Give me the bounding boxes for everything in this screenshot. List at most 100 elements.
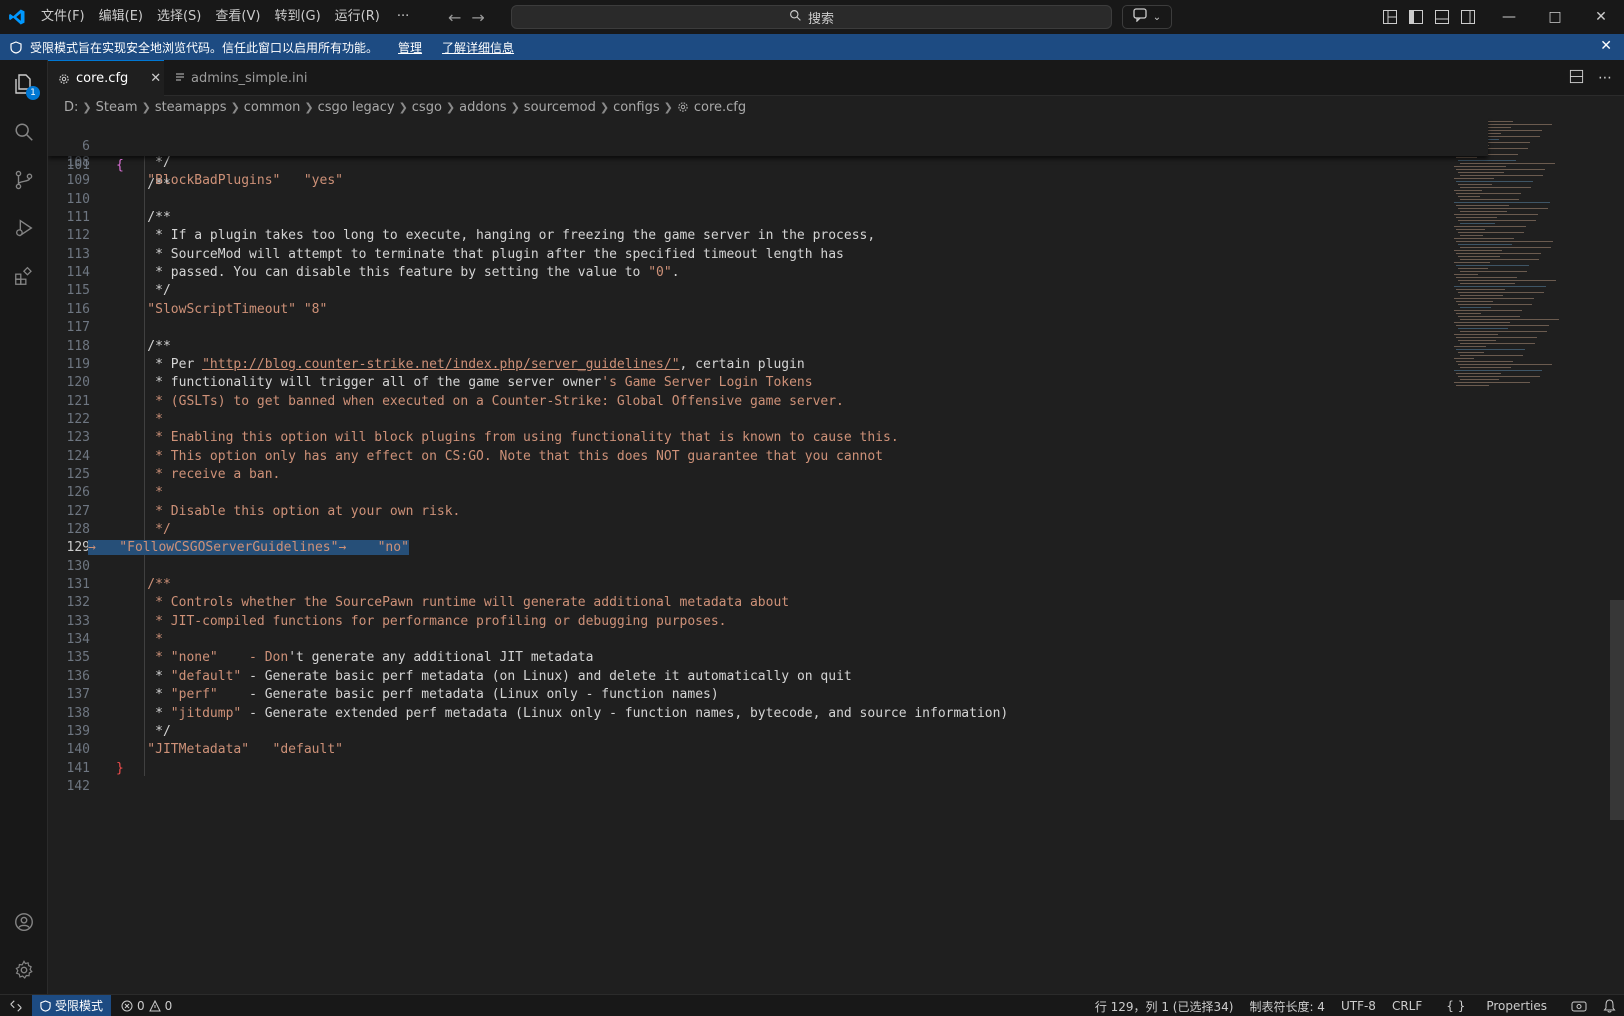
learn-more-link[interactable]: 了解详细信息 — [442, 39, 514, 56]
encoding[interactable]: UTF-8 — [1333, 999, 1384, 1013]
code-line[interactable]: 139 */ — [48, 722, 1488, 741]
code-line[interactable]: 120 * functionality will trigger all of … — [48, 373, 1488, 392]
minimap[interactable] — [1448, 118, 1560, 398]
breadcrumb-item[interactable]: configs — [613, 100, 660, 115]
code-line[interactable]: 142 — [48, 777, 1488, 796]
breadcrumb-item[interactable]: addons — [459, 100, 506, 115]
code-line[interactable]: 110 — [48, 190, 1488, 209]
toggle-secondary-sidebar-icon[interactable] — [1460, 9, 1476, 25]
code-line[interactable]: 127 * Disable this option at your own ri… — [48, 502, 1488, 521]
manage-link[interactable]: 管理 — [398, 39, 422, 56]
breadcrumb-item[interactable]: csgo — [412, 100, 442, 115]
menu-more-button[interactable]: ··· — [387, 0, 419, 34]
sticky-scroll[interactable]: 6 { 101 /** — [48, 118, 1488, 192]
extensions-icon[interactable] — [0, 252, 48, 300]
breadcrumb-item[interactable]: Steam — [96, 100, 138, 115]
vertical-scrollbar[interactable] — [1610, 600, 1624, 820]
minimap-line — [1460, 307, 1491, 308]
menu-item[interactable]: 查看(V) — [208, 0, 267, 34]
code-line[interactable]: 121 * (GSLTs) to get banned when execute… — [48, 392, 1488, 411]
forward-arrow-icon[interactable]: → — [471, 8, 484, 27]
minimap-line — [1456, 349, 1525, 350]
code-line[interactable]: 140 "JITMetadata" "default" — [48, 740, 1488, 759]
command-center-search[interactable]: 搜索 — [511, 5, 1112, 29]
code-line[interactable]: 141} — [48, 759, 1488, 778]
back-arrow-icon[interactable]: ← — [448, 8, 461, 27]
settings-gear-icon[interactable] — [0, 946, 48, 994]
code-line[interactable]: 136 * "default" - Generate basic perf me… — [48, 667, 1488, 686]
accounts-status-icon[interactable] — [1563, 999, 1595, 1013]
code-token: * If a plugin takes too long to execute,… — [116, 228, 876, 244]
code-line[interactable]: 134 * — [48, 630, 1488, 649]
chevron-right-icon: ❯ — [510, 100, 520, 114]
breadcrumb-item[interactable]: common — [244, 100, 301, 115]
code-line[interactable]: 122 * — [48, 410, 1488, 429]
breadcrumb-item[interactable]: csgo legacy — [318, 100, 395, 115]
tab-admins-simple-ini[interactable]: admins_simple.ini — [165, 60, 325, 96]
current-code-line[interactable]: 129 → "FollowCSGOServerGuidelines"→ "no" — [48, 538, 1488, 557]
code-line[interactable]: 135 * "none" - Don't generate any additi… — [48, 648, 1488, 667]
toggle-primary-sidebar-icon[interactable] — [1408, 9, 1424, 25]
source-control-icon[interactable] — [0, 156, 48, 204]
menu-item[interactable]: 选择(S) — [150, 0, 208, 34]
line-number: 134 — [66, 632, 90, 648]
run-debug-icon[interactable] — [0, 204, 48, 252]
code-line[interactable]: 116 "SlowScriptTimeout" "8" — [48, 300, 1488, 319]
search-view-icon[interactable] — [0, 108, 48, 156]
menu-item[interactable]: 编辑(E) — [92, 0, 150, 34]
menu-item[interactable]: 转到(G) — [267, 0, 327, 34]
code-line[interactable]: 125 * receive a ban. — [48, 465, 1488, 484]
close-icon[interactable]: ✕ — [1600, 38, 1612, 54]
maximize-icon[interactable]: □ — [1532, 0, 1578, 34]
explorer-icon[interactable]: 1 — [0, 60, 48, 108]
breadcrumb-item[interactable]: sourcemod — [524, 100, 596, 115]
code-line[interactable]: 131 /** — [48, 575, 1488, 594]
chat-dropdown-button[interactable]: ⌄ — [1122, 5, 1172, 29]
language-mode[interactable]: { } Properties — [1430, 999, 1563, 1013]
account-icon[interactable] — [0, 898, 48, 946]
code-line[interactable]: 109 "BlockBadPlugins" "yes" — [48, 171, 1488, 190]
toggle-panel-icon[interactable] — [1434, 9, 1450, 25]
notifications-bell-icon[interactable] — [1595, 999, 1624, 1013]
code-line[interactable]: 133 * JIT-compiled functions for perform… — [48, 612, 1488, 631]
minimize-icon[interactable]: — — [1486, 0, 1532, 34]
line-content: "SlowScriptTimeout" "8" — [116, 300, 327, 319]
minimap-line — [1460, 199, 1519, 200]
code-line[interactable]: 111 /** — [48, 208, 1488, 227]
more-actions-icon[interactable]: ⋯ — [1598, 70, 1612, 86]
code-line[interactable]: 123 * Enabling this option will block pl… — [48, 428, 1488, 447]
code-line[interactable]: 117 — [48, 318, 1488, 337]
sticky-line[interactable]: 101 /** — [48, 137, 1488, 192]
code-line[interactable]: 114 * passed. You can disable this featu… — [48, 263, 1488, 282]
breadcrumb-item[interactable]: core.cfg — [694, 100, 746, 115]
code-line[interactable]: 124 * This option only has any effect on… — [48, 447, 1488, 466]
breadcrumb-item[interactable]: D: — [64, 100, 78, 115]
code-line[interactable]: 113 * SourceMod will attempt to terminat… — [48, 245, 1488, 264]
tab-core-cfg[interactable]: core.cfg ✕ — [48, 60, 164, 96]
code-editor[interactable]: 6 { 101 /** 107 * "no" - Warn about malw… — [48, 118, 1624, 994]
code-line[interactable]: 132 * Controls whether the SourcePawn ru… — [48, 593, 1488, 612]
code-line[interactable]: 126 * — [48, 483, 1488, 502]
end-of-line[interactable]: CRLF — [1384, 999, 1430, 1013]
code-line[interactable]: 112 * If a plugin takes too long to exec… — [48, 226, 1488, 245]
breadcrumb-item[interactable]: steamapps — [155, 100, 227, 115]
close-window-icon[interactable]: ✕ — [1578, 0, 1624, 34]
code-line[interactable]: 130 — [48, 557, 1488, 576]
split-editor-icon[interactable] — [1569, 69, 1584, 88]
problems-status[interactable]: 0 0 — [121, 999, 172, 1013]
customize-layout-icon[interactable] — [1382, 9, 1398, 25]
menu-item[interactable]: 文件(F) — [34, 0, 92, 34]
remote-icon[interactable] — [0, 995, 32, 1016]
code-line[interactable]: 115 */ — [48, 281, 1488, 300]
code-line[interactable]: 137 * "perf" - Generate basic perf metad… — [48, 685, 1488, 704]
code-line[interactable]: 128 */ — [48, 520, 1488, 539]
menu-item[interactable]: 运行(R) — [328, 0, 387, 34]
code-line[interactable]: 138 * "jitdump" - Generate extended perf… — [48, 704, 1488, 723]
cursor-position[interactable]: 行 129，列 1 (已选择34) — [1087, 998, 1242, 1015]
sticky-line[interactable]: 6 { — [48, 118, 1488, 173]
restricted-mode-status[interactable]: 受限模式 — [32, 994, 112, 1016]
tab-size[interactable]: 制表符长度: 4 — [1241, 998, 1333, 1015]
code-line[interactable]: 118 /** — [48, 337, 1488, 356]
close-icon[interactable]: ✕ — [150, 71, 161, 86]
code-line[interactable]: 119 * Per "http://blog.counter-strike.ne… — [48, 355, 1488, 374]
